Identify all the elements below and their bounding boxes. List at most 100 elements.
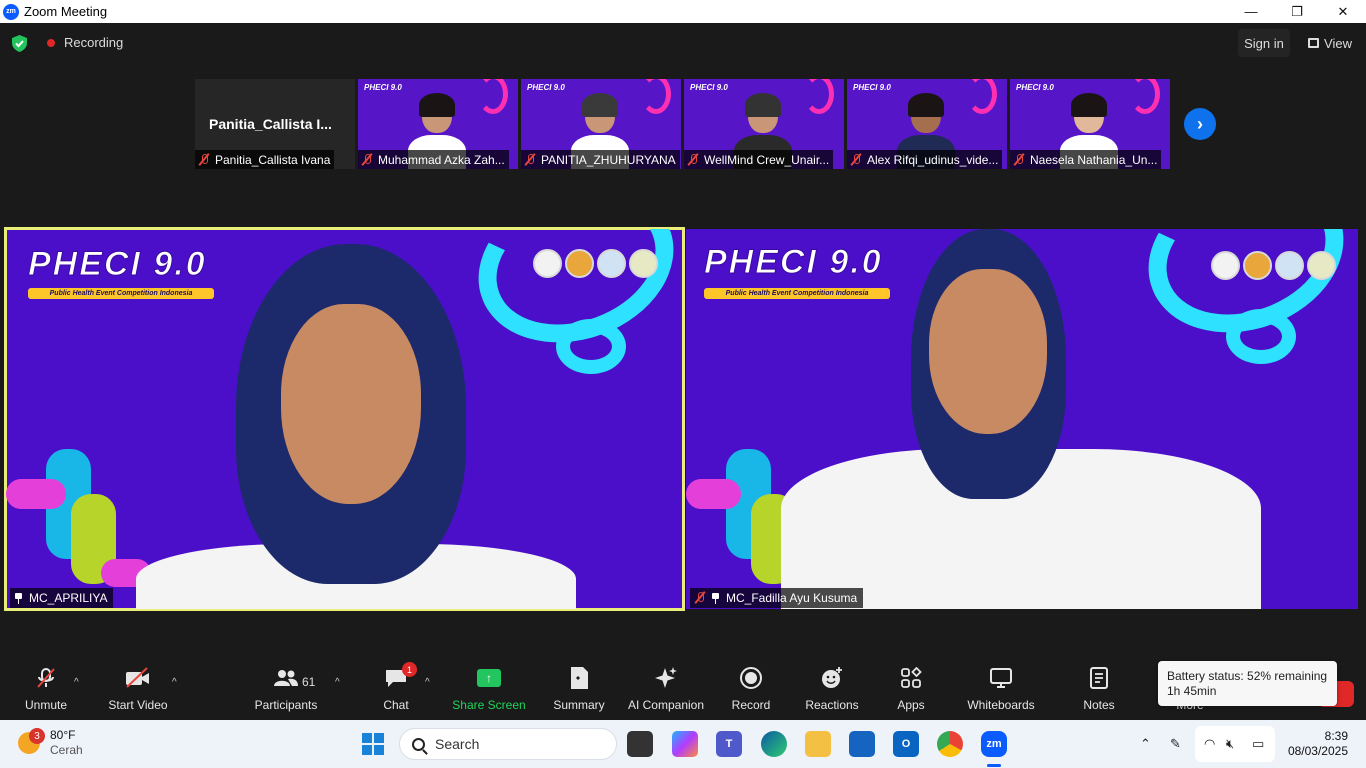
sign-in-button[interactable]: Sign in bbox=[1238, 29, 1290, 57]
zoom-taskbar-icon[interactable]: zm bbox=[981, 731, 1007, 757]
chrome-browser-icon[interactable] bbox=[937, 731, 963, 757]
view-label: View bbox=[1324, 35, 1352, 51]
participant-thumbnail[interactable]: PHECI 9.0 Naesela Nathania_Un... bbox=[1010, 79, 1170, 169]
apps-label: Apps bbox=[897, 698, 925, 712]
participant-name: MC_Fadilla Ayu Kusuma bbox=[726, 591, 858, 605]
copilot-icon[interactable] bbox=[672, 731, 698, 757]
muted-mic-icon bbox=[850, 153, 862, 166]
video-options-chevron-icon[interactable]: ^ bbox=[172, 677, 177, 688]
teams-icon[interactable]: T bbox=[716, 731, 742, 757]
chat-button[interactable]: 1 Chat bbox=[380, 662, 417, 718]
notes-icon bbox=[1086, 666, 1112, 690]
participant-name: MC_APRILIYA bbox=[29, 591, 108, 605]
windows-taskbar: 3 80°F Cerah Search T O zm ⌃ ✎ ◠ 🔇︎ ▭ 8:… bbox=[0, 720, 1366, 768]
weather-condition: Cerah bbox=[50, 743, 83, 757]
record-label: Record bbox=[731, 698, 771, 712]
participant-thumbnail[interactable]: PHECI 9.0 Muhammad Azka Zah... bbox=[358, 79, 518, 169]
share-screen-button[interactable]: ↑ Share Screen bbox=[452, 666, 526, 718]
apps-button[interactable]: Apps bbox=[894, 666, 928, 718]
minimize-button[interactable]: — bbox=[1228, 0, 1274, 23]
record-button[interactable]: Record bbox=[729, 666, 773, 718]
task-view-icon[interactable] bbox=[627, 731, 653, 757]
whiteboard-icon bbox=[988, 666, 1014, 690]
audio-options-chevron-icon[interactable]: ^ bbox=[74, 677, 79, 688]
edge-browser-icon[interactable] bbox=[761, 731, 787, 757]
start-video-label: Start Video bbox=[108, 698, 168, 712]
participant-caption: Alex Rifqi_udinus_vide... bbox=[847, 150, 1003, 169]
participant-thumbnail[interactable]: PHECI 9.0 WellMind Crew_Unair... bbox=[684, 79, 844, 169]
recording-dot-icon bbox=[47, 39, 55, 47]
recording-label[interactable]: Recording bbox=[64, 35, 123, 50]
background-loop bbox=[556, 319, 626, 374]
outlook-icon[interactable]: O bbox=[893, 731, 919, 757]
event-logo-subtitle: Public Health Event Competition Indonesi… bbox=[704, 288, 890, 299]
reactions-button[interactable]: Reactions bbox=[804, 666, 860, 718]
video-tile-active-speaker[interactable]: PHECI 9.0 Public Health Event Competitio… bbox=[4, 227, 685, 611]
participant-caption: Muhammad Azka Zah... bbox=[358, 150, 509, 169]
start-video-button[interactable]: Start Video bbox=[106, 666, 170, 718]
muted-mic-icon bbox=[1013, 153, 1025, 166]
ai-sparkle-icon bbox=[653, 666, 679, 690]
participant-name: WellMind Crew_Unair... bbox=[704, 152, 830, 167]
pen-input-icon[interactable]: ✎ bbox=[1170, 720, 1181, 768]
weather-notification-badge: 3 bbox=[29, 728, 45, 744]
participant-thumbnail[interactable]: PHECI 9.0 Alex Rifqi_udinus_vide... bbox=[847, 79, 1007, 169]
restore-button[interactable]: ❐ bbox=[1274, 0, 1320, 23]
whiteboards-label: Whiteboards bbox=[967, 698, 1035, 712]
participant-thumbnail[interactable]: Panitia_Callista I... Panitia_Callista I… bbox=[195, 79, 355, 169]
search-icon bbox=[412, 737, 425, 751]
participant-name: Panitia_Callista Ivana bbox=[215, 152, 331, 167]
whiteboards-button[interactable]: Whiteboards bbox=[964, 666, 1038, 718]
battery-status-line: Battery status: 52% remaining bbox=[1167, 669, 1328, 683]
participants-label: Participants bbox=[254, 698, 318, 712]
participant-name-caption: MC_Fadilla Ayu Kusuma bbox=[690, 588, 864, 608]
participants-button[interactable]: Participants bbox=[254, 666, 318, 718]
microsoft-store-icon[interactable] bbox=[849, 731, 875, 757]
emoji-icon bbox=[819, 666, 845, 690]
partner-logo-icon bbox=[1307, 251, 1336, 280]
participant-thumbnail[interactable]: PHECI 9.0 PANITIA_ZHUHURYANA bbox=[521, 79, 681, 169]
partner-logo-icon bbox=[1243, 251, 1272, 280]
windows-start-icon[interactable] bbox=[362, 733, 384, 755]
file-explorer-icon[interactable] bbox=[805, 731, 831, 757]
partner-logo-icon bbox=[533, 249, 562, 278]
weather-widget[interactable]: 3 80°F Cerah bbox=[18, 728, 83, 758]
muted-mic-icon bbox=[694, 592, 706, 604]
partner-logo-icon bbox=[1211, 251, 1240, 280]
window-titlebar: zm Zoom Meeting — ❐ ✕ bbox=[0, 0, 1366, 23]
next-page-chevron-icon[interactable]: › bbox=[1184, 108, 1216, 140]
ai-companion-button[interactable]: AI Companion bbox=[626, 666, 706, 718]
chat-options-chevron-icon[interactable]: ^ bbox=[425, 677, 430, 688]
participant-name: Alex Rifqi_udinus_vide... bbox=[867, 152, 999, 167]
partner-logos bbox=[1211, 251, 1336, 280]
summary-button[interactable]: Summary bbox=[551, 666, 607, 718]
unmute-button[interactable]: Unmute bbox=[22, 666, 70, 718]
notes-button[interactable]: Notes bbox=[1080, 666, 1118, 718]
partner-logo-icon bbox=[565, 249, 594, 278]
partner-logos bbox=[533, 249, 658, 278]
apps-icon bbox=[898, 666, 924, 690]
view-button[interactable]: View bbox=[1302, 29, 1358, 57]
participant-name: Muhammad Azka Zah... bbox=[378, 152, 505, 167]
background-swirl bbox=[967, 79, 997, 114]
participant-caption: Panitia_Callista Ivana bbox=[195, 150, 335, 169]
weather-temperature: 80°F bbox=[50, 728, 76, 742]
taskbar-clock[interactable]: 8:39 08/03/2025 bbox=[1282, 729, 1348, 759]
meeting-topbar: Recording Sign in View bbox=[0, 23, 1366, 63]
participants-options-chevron-icon[interactable]: ^ bbox=[335, 677, 340, 688]
active-app-indicator bbox=[987, 764, 1001, 767]
muted-mic-icon bbox=[687, 153, 699, 166]
battery-remaining-time: 1h 45min bbox=[1167, 684, 1217, 698]
security-shield-icon[interactable] bbox=[12, 35, 27, 52]
close-button[interactable]: ✕ bbox=[1320, 0, 1366, 23]
event-logo-subtitle: Public Health Event Competition Indonesi… bbox=[28, 288, 214, 299]
share-screen-label: Share Screen bbox=[452, 698, 526, 712]
zoom-logo-icon: zm bbox=[3, 3, 19, 20]
partner-logo-icon bbox=[1275, 251, 1304, 280]
video-tile[interactable]: PHECI 9.0 Public Health Event Competitio… bbox=[686, 229, 1358, 609]
background-swirl bbox=[641, 79, 671, 114]
reactions-label: Reactions bbox=[805, 698, 859, 712]
show-hidden-icons-chevron-icon[interactable]: ⌃ bbox=[1140, 720, 1151, 768]
notes-label: Notes bbox=[1083, 698, 1115, 712]
taskbar-search-input[interactable]: Search bbox=[399, 728, 617, 760]
